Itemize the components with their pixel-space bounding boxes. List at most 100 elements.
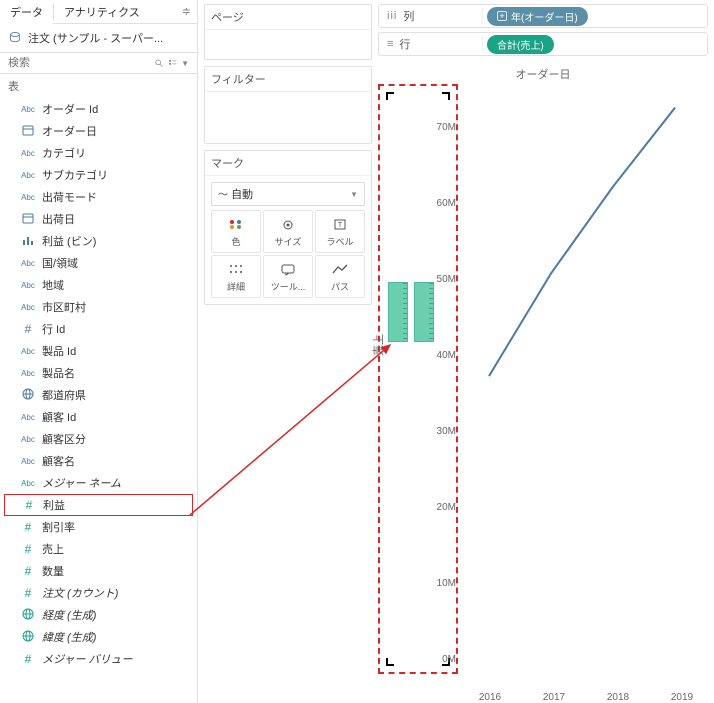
mark-ラベル-button[interactable]: Tラベル xyxy=(315,210,365,253)
columns-shelf[interactable]: iii 列 + 年(オーダー日) xyxy=(378,4,708,28)
x-tick-label: 2018 xyxy=(607,692,629,703)
field-item[interactable]: 都道府県 xyxy=(0,384,197,406)
globe-type-icon xyxy=(20,608,36,622)
mark-cell-icon xyxy=(214,215,258,233)
mark-色-button[interactable]: 色 xyxy=(211,210,261,253)
mark-cell-label: パス xyxy=(318,280,362,293)
chart-title: オーダー日 xyxy=(378,62,708,86)
datasource-icon xyxy=(8,31,22,45)
mark-cell-icon xyxy=(266,215,310,233)
field-label: 利益 xyxy=(43,497,65,513)
field-item[interactable]: 緯度 (生成) xyxy=(0,626,197,648)
Abc-type-icon: Abc xyxy=(20,434,36,444)
filters-title: フィルター xyxy=(205,67,371,92)
marks-title: マーク xyxy=(205,151,371,176)
field-item[interactable]: Abc カテゴリ xyxy=(0,142,197,164)
field-label: 経度 (生成) xyxy=(42,607,96,623)
search-row: ▼ xyxy=(0,53,197,74)
columns-icon: iii xyxy=(387,10,397,22)
field-item[interactable]: #利益 xyxy=(4,494,193,516)
field-item[interactable]: #注文 (カウント) xyxy=(0,582,197,604)
ruler-drag-icon[interactable] xyxy=(388,282,408,342)
field-label: 製品 Id xyxy=(42,343,76,359)
dropdown-caret-icon: ▼ xyxy=(350,190,358,199)
field-label: 製品名 xyxy=(42,365,75,381)
field-item[interactable]: Abc 顧客名 xyxy=(0,450,197,472)
shelves: iii 列 + 年(オーダー日) ≡ 行 合計(売上) xyxy=(378,0,714,56)
mark-詳細-button[interactable]: 詳細 xyxy=(211,255,261,298)
y-tick-label: 30M xyxy=(416,426,456,437)
field-item[interactable]: Abc顧客区分 xyxy=(0,428,197,450)
x-tick-label: 2016 xyxy=(479,692,501,703)
line-mark-icon: 〜 xyxy=(218,190,228,201)
field-item[interactable]: Abcオーダー Id xyxy=(0,98,197,120)
field-item[interactable]: 出荷日 xyxy=(0,208,197,230)
marks-card: マーク 〜 自動 ▼ 色サイズ Tラベル詳細ツール... パス xyxy=(204,150,372,305)
field-label: カテゴリ xyxy=(42,145,86,161)
field-item[interactable]: #売上 xyxy=(0,538,197,560)
field-item[interactable]: #割引率 xyxy=(0,516,197,538)
number-type-icon: # xyxy=(20,322,36,336)
field-label: 数量 xyxy=(42,563,64,579)
field-item[interactable]: Abcメジャー ネーム xyxy=(0,472,197,494)
field-list: Abcオーダー Idオーダー日AbcカテゴリAbcサブカテゴリAbc出荷モード出… xyxy=(0,98,197,703)
field-item[interactable]: Abc顧客 Id xyxy=(0,406,197,428)
field-item[interactable]: Abc 地域 xyxy=(0,274,197,296)
number-type-icon: # xyxy=(20,542,36,556)
field-item[interactable]: Abc国/領域 xyxy=(0,252,197,274)
field-label: サブカテゴリ xyxy=(42,167,108,183)
mark-ツール...-button[interactable]: ツール... xyxy=(263,255,313,298)
columns-pill[interactable]: + 年(オーダー日) xyxy=(487,7,588,26)
y-tick-label: 10M xyxy=(416,578,456,589)
field-item[interactable]: Abc製品名 xyxy=(0,362,197,384)
chart-area: オーダー日 売上 0M10M20M30M40M50M60M70M 2016201… xyxy=(378,56,714,703)
field-item[interactable]: #メジャー バリュー xyxy=(0,648,197,670)
Abc-type-icon: Abc xyxy=(20,192,36,202)
Abc-type-icon: Abc xyxy=(20,456,36,466)
rows-label: 行 xyxy=(399,36,410,52)
svg-text:T: T xyxy=(338,222,343,229)
field-item[interactable]: Abc市区町村 xyxy=(0,296,197,318)
date-type-icon xyxy=(20,124,36,138)
filters-card[interactable]: フィルター xyxy=(204,66,372,144)
field-item[interactable]: #数量 xyxy=(0,560,197,582)
search-icon[interactable] xyxy=(154,57,164,69)
y-tick-label: 40M xyxy=(416,350,456,361)
field-label: 顧客名 xyxy=(42,453,75,469)
dropdown-caret-icon[interactable]: ▼ xyxy=(181,59,189,68)
field-label: 出荷モード xyxy=(42,189,97,205)
tab-data[interactable]: データ xyxy=(0,0,53,24)
mark-パス-button[interactable]: パス xyxy=(315,255,365,298)
Abc-type-icon: Abc xyxy=(20,148,36,158)
datasource-row[interactable]: 注文 (サンプル - スーパー... xyxy=(0,24,197,53)
y-tick-label: 60M xyxy=(416,198,456,209)
mark-cell-label: サイズ xyxy=(266,235,310,248)
field-label: 市区町村 xyxy=(42,299,86,315)
mark-cell-label: 色 xyxy=(214,235,258,248)
search-input[interactable] xyxy=(8,57,150,69)
field-item[interactable]: 利益 (ビン) xyxy=(0,230,197,252)
field-item[interactable]: Abc製品 Id xyxy=(0,340,197,362)
pages-card[interactable]: ページ xyxy=(204,4,372,60)
y-tick-label: 50M xyxy=(416,274,456,285)
field-item[interactable]: Abc 出荷モード xyxy=(0,186,197,208)
rows-pill-label: 合計(売上) xyxy=(497,37,544,52)
field-item[interactable]: #行 Id xyxy=(0,318,197,340)
field-item[interactable]: Abcサブカテゴリ xyxy=(0,164,197,186)
field-label: メジャー ネーム xyxy=(42,475,121,491)
pane-handle-icon[interactable]: ≑ xyxy=(176,5,197,18)
field-item[interactable]: オーダー日 xyxy=(0,120,197,142)
Abc-type-icon: Abc xyxy=(20,280,36,290)
view-options-icon[interactable] xyxy=(168,57,178,69)
field-label: 地域 xyxy=(42,277,64,293)
rows-shelf[interactable]: ≡ 行 合計(売上) xyxy=(378,32,708,56)
crop-corner-icon xyxy=(386,658,394,666)
rows-pill[interactable]: 合計(売上) xyxy=(487,35,554,54)
field-label: 国/領域 xyxy=(42,255,78,271)
tab-analytics[interactable]: アナリティクス xyxy=(54,0,150,24)
mark-type-dropdown[interactable]: 〜 自動 ▼ xyxy=(211,182,365,206)
field-item[interactable]: 経度 (生成) xyxy=(0,604,197,626)
mark-cell-icon: T xyxy=(318,215,362,233)
mark-サイズ-button[interactable]: サイズ xyxy=(263,210,313,253)
data-pane: データ アナリティクス ≑ 注文 (サンプル - スーパー... ▼ 表 Abc… xyxy=(0,0,198,703)
